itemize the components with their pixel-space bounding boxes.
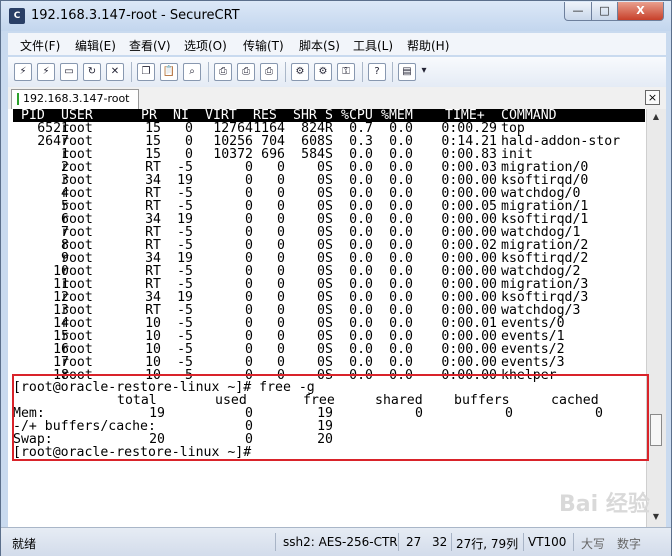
keymap-icon[interactable]: ⚿	[337, 63, 355, 81]
menu-options[interactable]: 选项(O)	[184, 37, 227, 54]
close-button[interactable]: X	[617, 2, 664, 21]
title-bar[interactable]: C 192.168.3.147-root - SecureCRT — □ X	[1, 1, 671, 31]
menu-script[interactable]: 脚本(S)	[299, 37, 340, 54]
session-status-icon	[17, 93, 19, 105]
session-tab-label: 192.168.3.147-root	[23, 92, 130, 105]
copy-icon[interactable]: ❐	[137, 63, 155, 81]
menu-transfer[interactable]: 传输(T)	[243, 37, 284, 54]
session-tab[interactable]: 192.168.3.147-root	[11, 89, 139, 109]
close-icon: X	[636, 4, 645, 17]
global-options-icon[interactable]: ⚙	[314, 63, 332, 81]
paste-icon[interactable]: 📋	[160, 63, 178, 81]
status-cursor-col: 32	[432, 535, 448, 549]
securecrt-window: C 192.168.3.147-root - SecureCRT — □ X 文…	[0, 0, 672, 556]
minimize-icon: —	[572, 4, 584, 17]
maximize-icon: □	[599, 4, 610, 17]
status-separator	[573, 533, 574, 551]
toolbar: ⚡ ⚡ ▭ ↻ ✕ ❐ 📋 ⌕ ⎙ ⎙ ⎙ ⚙ ⚙ ⚿ ? ▤ ▾	[8, 57, 666, 88]
status-num: 数字	[617, 537, 642, 551]
status-terminal-type: VT100	[528, 535, 567, 549]
status-caps: 大写	[581, 537, 606, 551]
sftp-icon[interactable]: ▤	[398, 63, 416, 81]
status-separator	[275, 533, 276, 551]
toolbar-separator	[392, 62, 393, 82]
securecrt-icon[interactable]: C	[9, 8, 25, 24]
quick-connect-icon[interactable]: ⚡	[37, 63, 55, 81]
tab-close-button[interactable]: ×	[645, 90, 660, 105]
print-selection-icon[interactable]: ⎙	[237, 63, 255, 81]
minimize-button[interactable]: —	[564, 2, 592, 21]
menu-view[interactable]: 查看(V)	[129, 37, 171, 54]
menu-tools[interactable]: 工具(L)	[353, 37, 393, 54]
toolbar-overflow-icon[interactable]: ▾	[420, 63, 428, 81]
toolbar-separator	[131, 62, 132, 82]
reconnect-icon[interactable]: ↻	[83, 63, 101, 81]
status-separator	[523, 533, 524, 551]
vertical-scrollbar[interactable]: ▲ ▼	[646, 109, 666, 527]
print-icon[interactable]: ⎙	[214, 63, 232, 81]
toolbar-separator	[208, 62, 209, 82]
maximize-button[interactable]: □	[591, 2, 618, 21]
toolbar-separator	[362, 62, 363, 82]
free-output-highlight-box	[12, 374, 649, 461]
status-dimensions: 27行, 79列	[456, 537, 519, 551]
session-options-icon[interactable]: ⚙	[291, 63, 309, 81]
connect-in-tab-icon[interactable]: ▭	[60, 63, 78, 81]
status-bar: 就绪 ssh2: AES-256-CTR 27 32 27行, 79列 VT10…	[1, 527, 671, 556]
status-cipher: ssh2: AES-256-CTR	[283, 535, 398, 549]
menu-edit[interactable]: 编辑(E)	[75, 37, 116, 54]
status-cursor-row: 27	[406, 535, 422, 549]
disconnect-icon[interactable]: ✕	[106, 63, 124, 81]
scroll-up-icon[interactable]: ▲	[650, 111, 662, 123]
tab-bar: 192.168.3.147-root ×	[8, 87, 666, 110]
connect-icon[interactable]: ⚡	[14, 63, 32, 81]
window-title: 192.168.3.147-root - SecureCRT	[31, 8, 240, 23]
status-ready: 就绪	[12, 537, 37, 551]
scrollbar-thumb[interactable]	[650, 414, 662, 446]
watermark: Bai 经验	[559, 492, 650, 517]
menu-help[interactable]: 帮助(H)	[407, 37, 449, 54]
help-icon[interactable]: ?	[368, 63, 386, 81]
find-icon[interactable]: ⌕	[183, 63, 201, 81]
terminal-area[interactable]: PID USER PR NI VIRT RES SHR S %CPU %MEM …	[8, 109, 646, 527]
menu-file[interactable]: 文件(F)	[20, 37, 60, 54]
menu-bar: 文件(F) 编辑(E) 查看(V) 选项(O) 传输(T) 脚本(S) 工具(L…	[8, 33, 666, 55]
print-setup-icon[interactable]: ⎙	[260, 63, 278, 81]
toolbar-separator	[285, 62, 286, 82]
status-separator	[398, 533, 399, 551]
status-separator	[451, 533, 452, 551]
